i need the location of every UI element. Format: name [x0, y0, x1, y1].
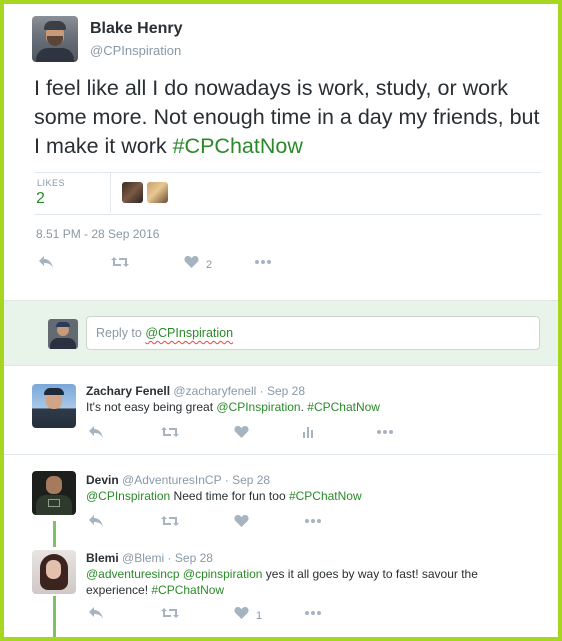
reply-author-handle[interactable]: @Blemi: [122, 551, 164, 565]
heart-icon[interactable]: [184, 255, 199, 269]
reply-icon[interactable]: [88, 606, 104, 620]
tweet-detail-frame: Blake Henry @CPInspiration I feel like a…: [0, 0, 562, 641]
separator-dot: ·: [221, 473, 233, 487]
mention-link[interactable]: @CPInspiration: [86, 489, 170, 503]
separator-dot: ·: [256, 384, 267, 398]
reply-tweet[interactable]: Devin @AdventuresInCP · Sep 28 @CPInspir…: [4, 455, 558, 540]
reply-author-name[interactable]: Devin: [86, 473, 119, 487]
tweet-hashtag-link[interactable]: #CPChatNow: [173, 134, 303, 158]
likes-count[interactable]: 2: [36, 190, 45, 208]
reply-author-handle[interactable]: @zacharyfenell: [173, 384, 256, 398]
hashtag-link[interactable]: #CPChatNow: [289, 489, 362, 503]
main-tweet: Blake Henry @CPInspiration I feel like a…: [4, 4, 558, 300]
retweet-icon[interactable]: [160, 425, 180, 439]
like-count: 1: [256, 610, 263, 622]
reply-header: Devin @AdventuresInCP · Sep 28: [86, 473, 270, 487]
author-avatar[interactable]: [32, 16, 78, 62]
more-icon[interactable]: [376, 425, 394, 439]
thread-line: [53, 596, 56, 637]
reply-avatar[interactable]: [32, 471, 76, 515]
retweet-icon[interactable]: [110, 255, 130, 269]
heart-icon[interactable]: [234, 606, 249, 620]
heart-icon[interactable]: [234, 425, 249, 439]
reply-actions: [88, 514, 408, 534]
reply-composer: Reply to @CPInspiration: [4, 300, 558, 366]
reply-icon[interactable]: [38, 255, 54, 269]
tweet-text: I feel like all I do nowadays is work, s…: [34, 74, 544, 161]
reply-body: It's not easy being great: [86, 400, 217, 414]
liker-avatar[interactable]: [122, 182, 143, 203]
mention-link[interactable]: @adventuresincp @cpinspiration: [86, 567, 262, 581]
reply-date[interactable]: Sep 28: [175, 551, 213, 565]
reply-header: Blemi @Blemi · Sep 28: [86, 551, 213, 565]
tweet-actions: 2: [38, 255, 338, 275]
reply-avatar[interactable]: [32, 384, 76, 428]
reply-date[interactable]: Sep 28: [267, 384, 305, 398]
analytics-icon[interactable]: [302, 425, 316, 439]
reply-header: Zachary Fenell @zacharyfenell · Sep 28: [86, 384, 305, 398]
divider: [34, 214, 542, 215]
reply-text: @CPInspiration Need time for fun too #CP…: [86, 488, 506, 504]
reply-input[interactable]: Reply to @CPInspiration: [86, 316, 540, 350]
reply-text: It's not easy being great @CPInspiration…: [86, 399, 506, 415]
reply-text: @adventuresincp @cpinspiration yes it al…: [86, 566, 496, 598]
reply-actions: 1: [88, 606, 408, 626]
reply-date[interactable]: Sep 28: [232, 473, 270, 487]
like-count: 2: [206, 259, 213, 271]
hashtag-link[interactable]: #CPChatNow: [151, 583, 224, 597]
tweet-timestamp[interactable]: 8.51 PM - 28 Sep 2016: [36, 227, 159, 241]
current-user-avatar: [48, 319, 78, 349]
more-icon[interactable]: [304, 514, 322, 528]
author-name[interactable]: Blake Henry: [90, 20, 183, 38]
author-handle[interactable]: @CPInspiration: [90, 43, 181, 58]
reply-body: Need time for fun too: [170, 489, 289, 503]
reply-author-name[interactable]: Zachary Fenell: [86, 384, 170, 398]
hashtag-link[interactable]: #CPChatNow: [307, 400, 380, 414]
reply-icon[interactable]: [88, 514, 104, 528]
more-icon[interactable]: [304, 606, 322, 620]
likes-label: LIKES: [37, 178, 66, 188]
reply-tweet[interactable]: Blemi @Blemi · Sep 28 @adventuresincp @c…: [4, 540, 558, 637]
retweet-icon[interactable]: [160, 514, 180, 528]
reply-avatar[interactable]: [32, 550, 76, 594]
mention-link[interactable]: @CPInspiration: [216, 400, 300, 414]
separator-dot: ·: [164, 551, 175, 565]
liker-avatar[interactable]: [147, 182, 168, 203]
reply-icon[interactable]: [88, 425, 104, 439]
more-icon[interactable]: [254, 255, 272, 269]
reply-author-handle[interactable]: @AdventuresInCP: [122, 473, 221, 487]
reply-mention: @CPInspiration: [145, 326, 234, 340]
reply-placeholder: Reply to: [96, 326, 146, 340]
retweet-icon[interactable]: [160, 606, 180, 620]
reply-actions: [88, 425, 408, 445]
reply-author-name[interactable]: Blemi: [86, 551, 119, 565]
reply-tweet[interactable]: Zachary Fenell @zacharyfenell · Sep 28 I…: [4, 366, 558, 454]
likes-separator: [110, 173, 111, 213]
heart-icon[interactable]: [234, 514, 249, 528]
